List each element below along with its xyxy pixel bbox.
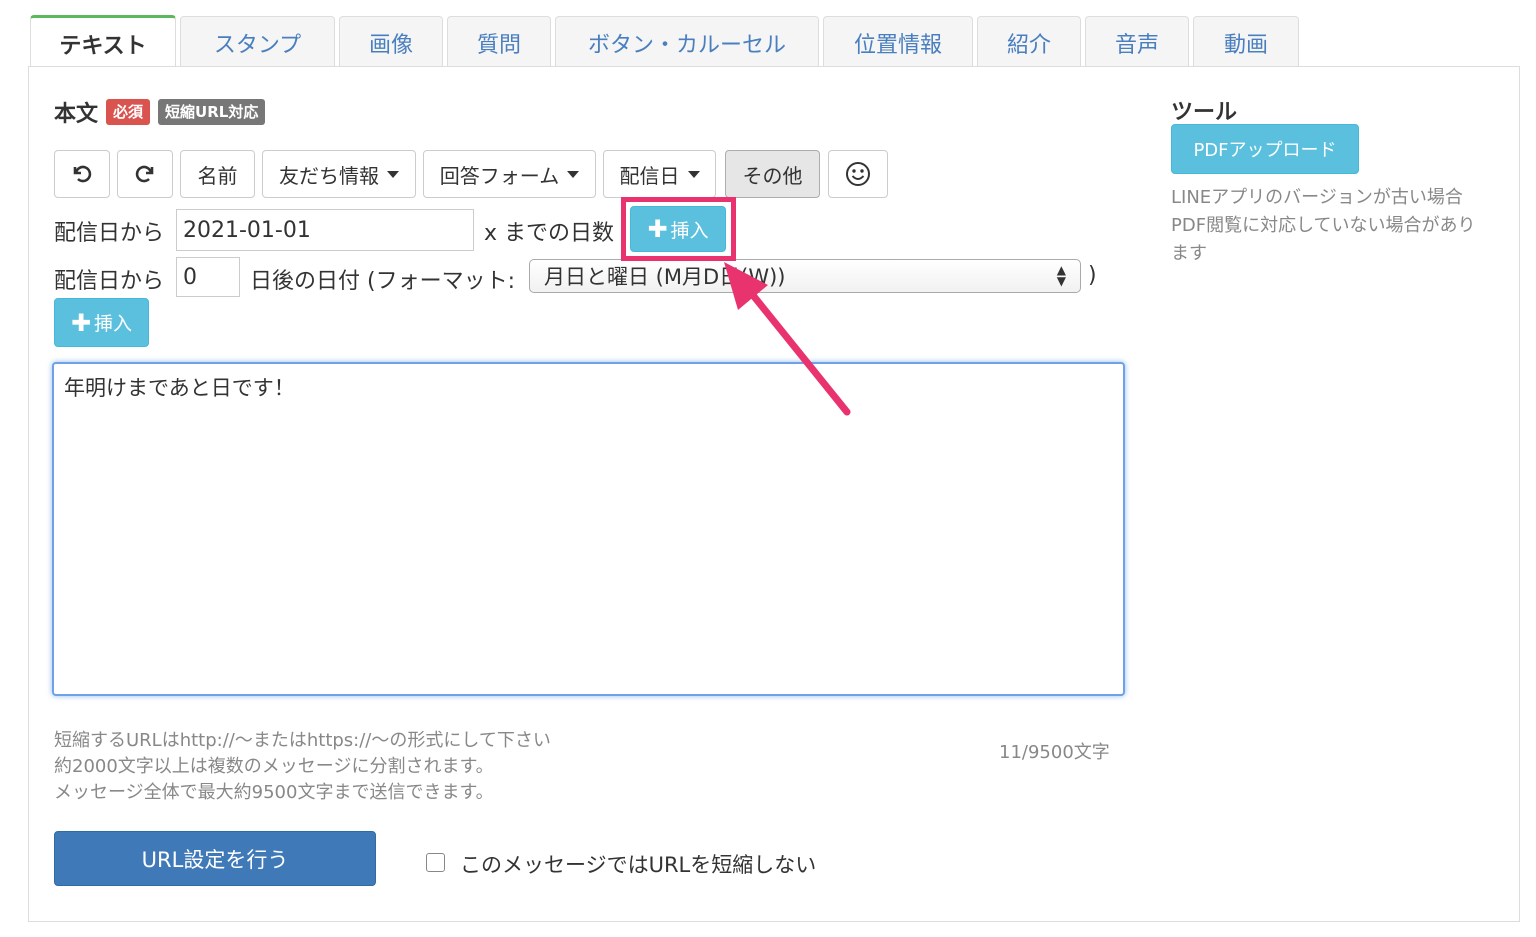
annotation-arrow-icon	[724, 262, 851, 416]
